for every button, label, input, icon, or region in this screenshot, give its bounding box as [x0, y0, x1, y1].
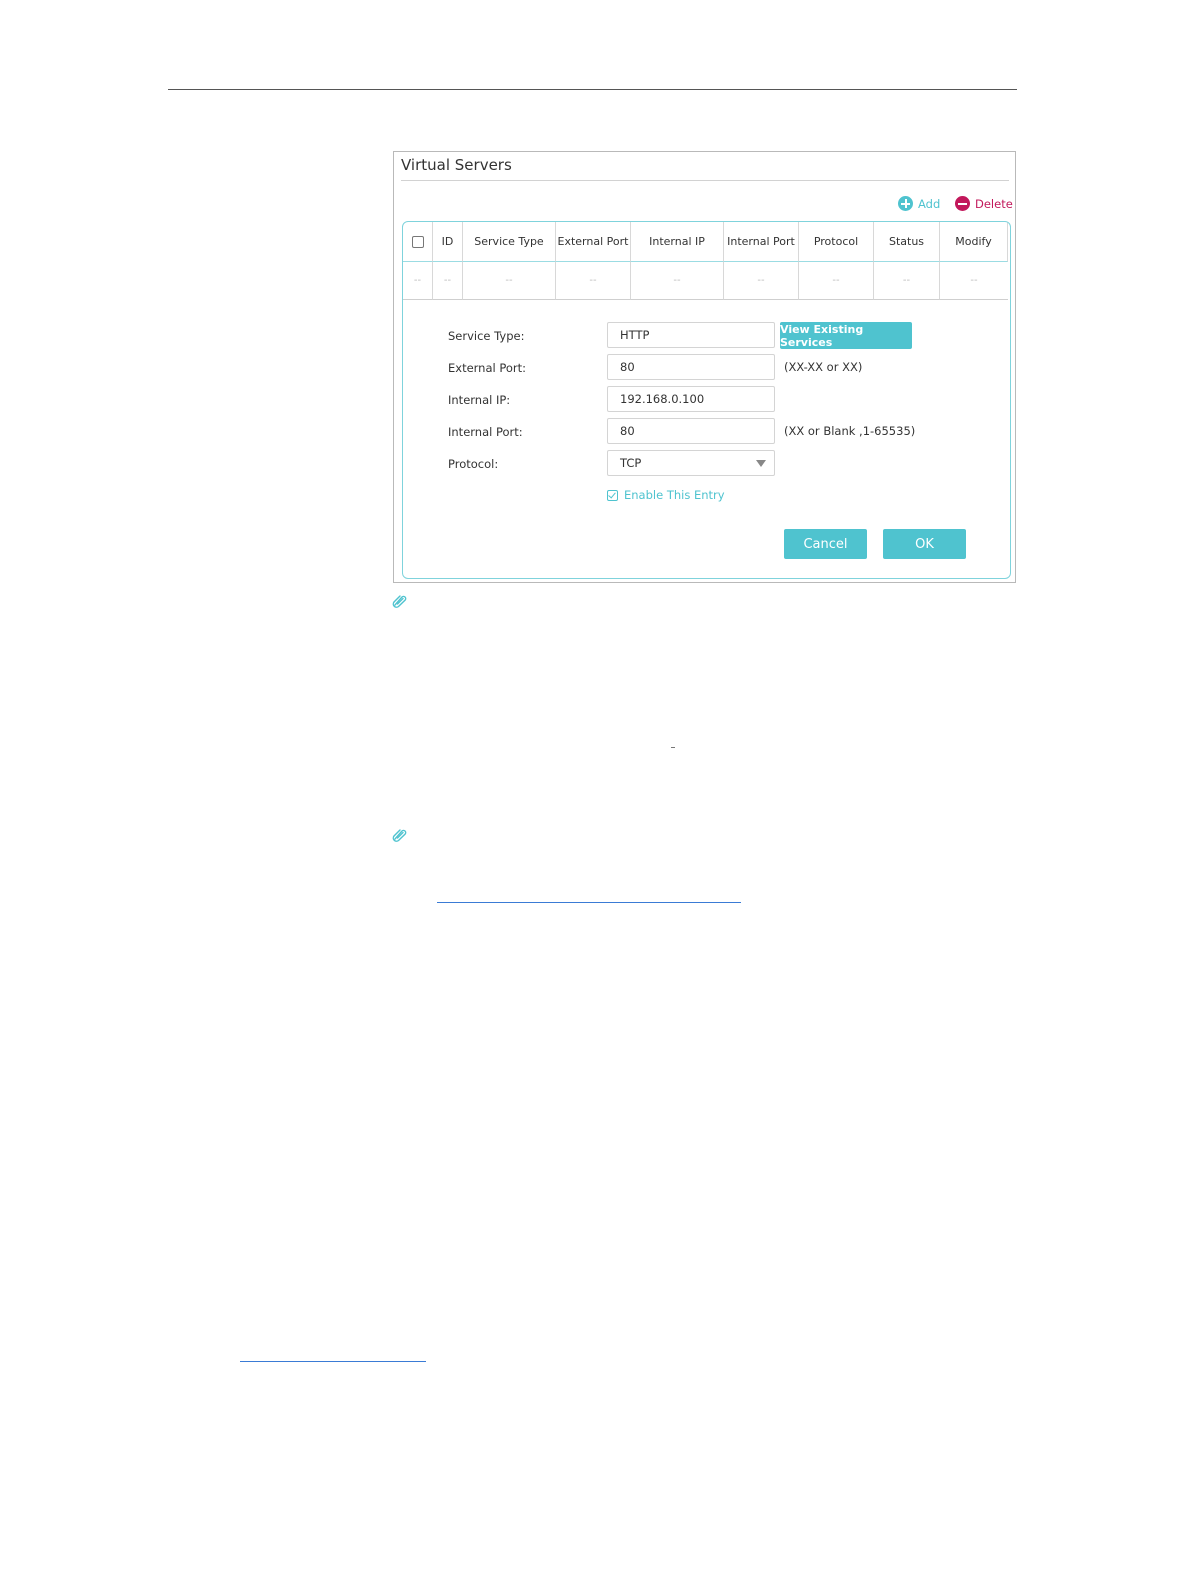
add-button[interactable]: Add [898, 196, 940, 211]
add-label: Add [918, 196, 941, 211]
panel-title: Virtual Servers [401, 156, 512, 174]
external-port-hint: (XX-XX or XX) [784, 360, 863, 374]
hyperlink-underline[interactable] [437, 902, 741, 903]
paperclip-icon [392, 595, 407, 608]
table-cell: -- [940, 262, 1008, 300]
internal-port-input[interactable]: 80 [607, 418, 775, 444]
table-cell: -- [799, 262, 874, 300]
title-divider [401, 180, 1009, 181]
paperclip-icon [392, 829, 407, 842]
view-existing-services-button[interactable]: View Existing Services [780, 322, 912, 349]
table-cell: -- [556, 262, 631, 300]
column-header-service-type: Service Type [463, 222, 556, 262]
table-grid: ID Service Type External Port Internal I… [403, 222, 1010, 300]
hyperlink-underline[interactable] [240, 1361, 426, 1362]
service-type-label: Service Type: [448, 329, 525, 343]
table-cell: -- [724, 262, 799, 300]
delete-label: Delete [975, 196, 1013, 211]
checkbox-checked-icon [607, 489, 618, 501]
select-all-cell [403, 222, 433, 262]
service-type-input[interactable]: HTTP [607, 322, 775, 348]
protocol-select[interactable]: TCP [607, 450, 775, 476]
protocol-label: Protocol: [448, 457, 499, 471]
column-header-modify: Modify [940, 222, 1008, 262]
ok-button[interactable]: OK [883, 529, 966, 559]
table-cell: -- [631, 262, 724, 300]
column-header-id: ID [433, 222, 463, 262]
internal-port-label: Internal Port: [448, 425, 523, 439]
internal-ip-input[interactable]: 192.168.0.100 [607, 386, 775, 412]
column-header-status: Status [874, 222, 940, 262]
page-header-rule [168, 89, 1017, 90]
protocol-value: TCP [620, 456, 642, 470]
external-port-label: External Port: [448, 361, 527, 375]
enable-entry-label: Enable This Entry [624, 488, 725, 502]
servers-table: ID Service Type External Port Internal I… [402, 221, 1011, 579]
table-cell: -- [433, 262, 463, 300]
delete-button[interactable]: Delete [955, 196, 1013, 211]
minus-circle-icon [955, 196, 970, 211]
column-header-internal-port: Internal Port [724, 222, 799, 262]
column-header-protocol: Protocol [799, 222, 874, 262]
enable-entry-checkbox[interactable]: Enable This Entry [607, 488, 725, 502]
internal-port-hint: (XX or Blank ,1-65535) [784, 424, 916, 438]
virtual-servers-panel: Virtual Servers Add Delete ID Service Ty… [393, 151, 1016, 583]
plus-circle-icon [898, 196, 913, 211]
text-fragment-dash [671, 747, 675, 748]
column-header-external-port: External Port [556, 222, 631, 262]
cancel-button[interactable]: Cancel [784, 529, 867, 559]
chevron-down-icon [756, 460, 766, 467]
table-cell: -- [463, 262, 556, 300]
table-cell: -- [874, 262, 940, 300]
select-all-checkbox[interactable] [411, 235, 424, 248]
internal-ip-label: Internal IP: [448, 393, 511, 407]
table-cell: -- [403, 262, 433, 300]
column-header-internal-ip: Internal IP [631, 222, 724, 262]
external-port-input[interactable]: 80 [607, 354, 775, 380]
